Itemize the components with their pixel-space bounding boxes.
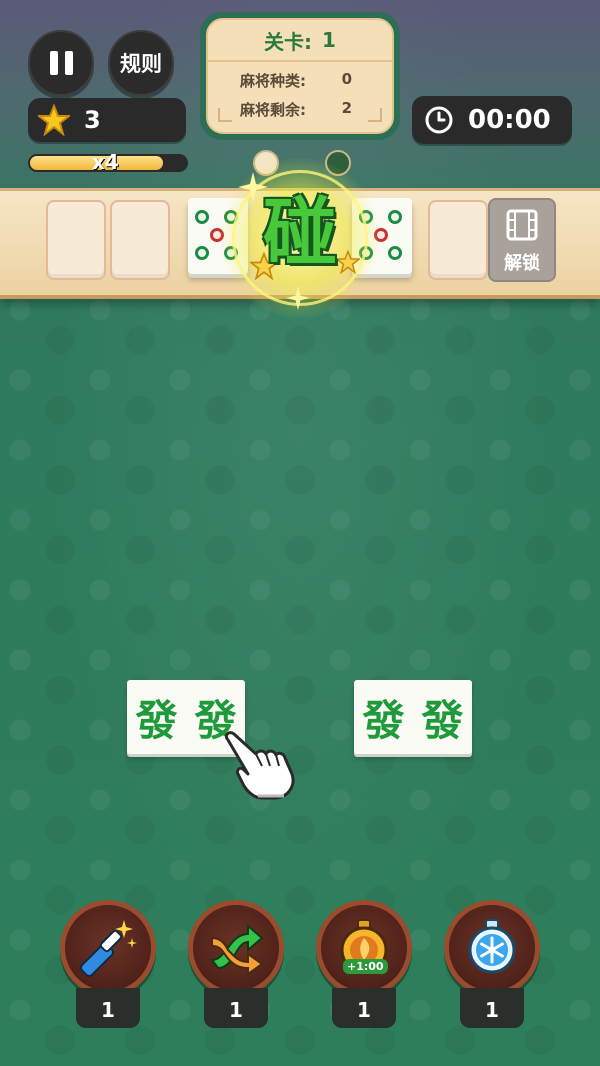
rules-label: 规则 <box>120 52 162 76</box>
multiplier-label: x4 <box>92 150 119 174</box>
timer-text: 00:00 <box>468 105 551 135</box>
card-corner-ornament <box>218 108 232 122</box>
tile-character: 發 <box>421 695 464 745</box>
freeze-icon <box>468 919 516 974</box>
tiles-remaining-label: 麻将剩余: <box>240 101 306 119</box>
shuffle-count: 1 <box>204 988 268 1028</box>
shuffle-icon <box>210 923 264 976</box>
tray-slot <box>110 200 170 280</box>
unlock-label: 解锁 <box>504 253 540 274</box>
tray-slot <box>46 200 106 280</box>
timer-display: 00:00 <box>412 96 572 144</box>
clock-icon <box>425 106 453 134</box>
add-time-tool-button[interactable]: +1:00 <box>316 900 412 996</box>
add-time-count: 1 <box>332 988 396 1028</box>
tile-types-row: 麻将种类: 0 <box>208 70 392 91</box>
magic-wand-icon <box>79 920 137 978</box>
freeze-count: 1 <box>460 988 524 1028</box>
shuffle-tool-button[interactable] <box>188 900 284 996</box>
tile-character: 發 <box>362 695 405 745</box>
tiles-remaining-row: 麻将剩余: 2 <box>208 99 392 120</box>
star-icon <box>38 104 70 136</box>
add-time-badge: +1:00 <box>343 959 388 974</box>
pointing-hand-icon <box>224 731 295 800</box>
video-icon <box>506 209 538 241</box>
tray-slot <box>428 200 488 280</box>
card-corner-ornament <box>368 108 382 122</box>
tiles-remaining-value: 2 <box>341 99 352 117</box>
magic-wand-tool-button[interactable] <box>60 900 156 996</box>
magic-wand-count: 1 <box>76 988 140 1028</box>
rules-button[interactable]: 规则 <box>108 30 174 96</box>
tile-types-value: 0 <box>341 70 352 88</box>
level-card-inner: 关卡: 1 麻将种类: 0 麻将剩余: 2 <box>206 18 394 134</box>
unlock-slot-button[interactable]: 解锁 <box>488 198 556 282</box>
level-card: 关卡: 1 麻将种类: 0 麻将剩余: 2 <box>200 12 400 140</box>
sparkle-icon <box>286 286 310 310</box>
pause-button[interactable] <box>28 30 94 96</box>
tile-types-label: 麻将种类: <box>240 72 306 90</box>
star-counter: 3 <box>28 98 186 142</box>
freeze-tool-button[interactable] <box>444 900 540 996</box>
star-count: 3 <box>84 106 101 134</box>
pause-icon <box>49 51 73 75</box>
level-number: 1 <box>322 28 336 52</box>
level-title: 关卡: <box>264 29 313 54</box>
level-header: 关卡: 1 <box>208 20 392 62</box>
multiplier-bar: x4 <box>28 150 188 174</box>
tile-character: 發 <box>135 695 178 745</box>
board-tile-pair-right[interactable]: 發 發 <box>354 680 472 754</box>
pong-text: 碰 <box>263 190 337 276</box>
